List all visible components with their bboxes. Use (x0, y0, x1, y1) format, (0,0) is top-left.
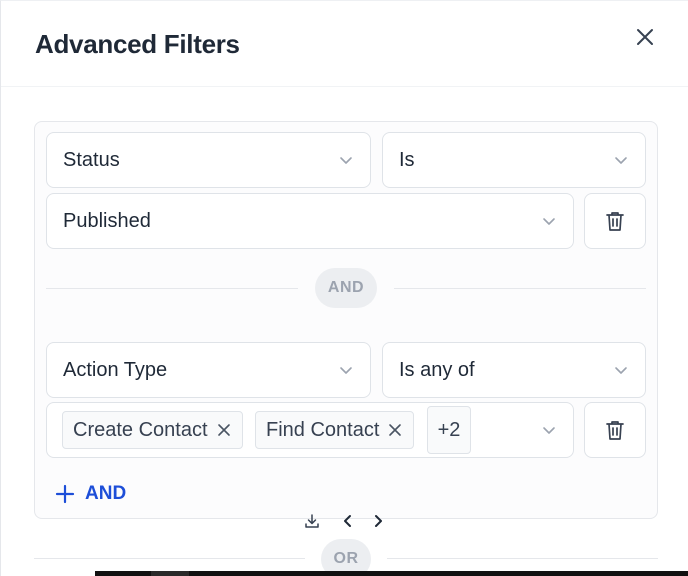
operator-select-is[interactable]: Is (382, 132, 646, 188)
remove-tag-icon[interactable] (387, 422, 403, 438)
bottom-edge-bar-segment (151, 571, 189, 576)
add-and-label: AND (85, 483, 127, 504)
close-button[interactable] (631, 23, 659, 51)
mini-toolbar (297, 507, 393, 535)
chevron-right-icon (375, 515, 382, 527)
chevron-down-icon (340, 367, 352, 374)
operator-select-is-any-of[interactable]: Is any of (382, 342, 646, 398)
add-and-condition-button[interactable]: AND (55, 483, 126, 505)
tag-label: Find Contact (266, 418, 380, 441)
divider-line (34, 558, 305, 559)
tag-label: Create Contact (73, 418, 208, 441)
modal-header: Advanced Filters (1, 1, 688, 87)
close-icon (637, 29, 653, 45)
trash-icon (606, 212, 624, 231)
chevron-left-icon (344, 515, 351, 527)
divider-line (46, 288, 298, 289)
multi-value-select[interactable]: Create Contact Find Contact +2 (46, 402, 574, 458)
remove-tag-icon[interactable] (216, 422, 232, 438)
chevron-down-icon (543, 218, 555, 225)
chevron-down-icon (543, 427, 555, 434)
delete-filter-button[interactable] (584, 193, 646, 249)
operator-select-value: Is (399, 148, 415, 171)
operator-select-value: Is any of (399, 358, 475, 381)
chevron-down-icon (615, 367, 627, 374)
value-tag-create-contact: Create Contact (62, 411, 243, 449)
and-connector-pill[interactable]: AND (315, 268, 377, 308)
value-select-published[interactable]: Published (46, 193, 574, 249)
download-icon (305, 514, 319, 528)
field-select-action-type[interactable]: Action Type (46, 342, 371, 398)
plus-icon (55, 484, 75, 504)
modal-title: Advanced Filters (35, 29, 240, 59)
chevron-down-icon (615, 157, 627, 164)
advanced-filters-modal: Advanced Filters Status Is Published AND… (0, 0, 688, 576)
trash-icon (606, 421, 624, 440)
divider-line (394, 288, 646, 289)
more-tags-count[interactable]: +2 (427, 406, 471, 454)
delete-filter-button[interactable] (584, 402, 646, 458)
field-select-value: Action Type (63, 358, 168, 381)
field-select-status[interactable]: Status (46, 132, 371, 188)
value-tag-find-contact: Find Contact (255, 411, 415, 449)
previous-button[interactable] (333, 507, 363, 535)
field-select-value: Status (63, 148, 120, 171)
chevron-down-icon (340, 157, 352, 164)
divider-line (387, 558, 658, 559)
next-button[interactable] (363, 507, 393, 535)
download-button[interactable] (297, 507, 327, 535)
value-select-value: Published (63, 209, 151, 232)
